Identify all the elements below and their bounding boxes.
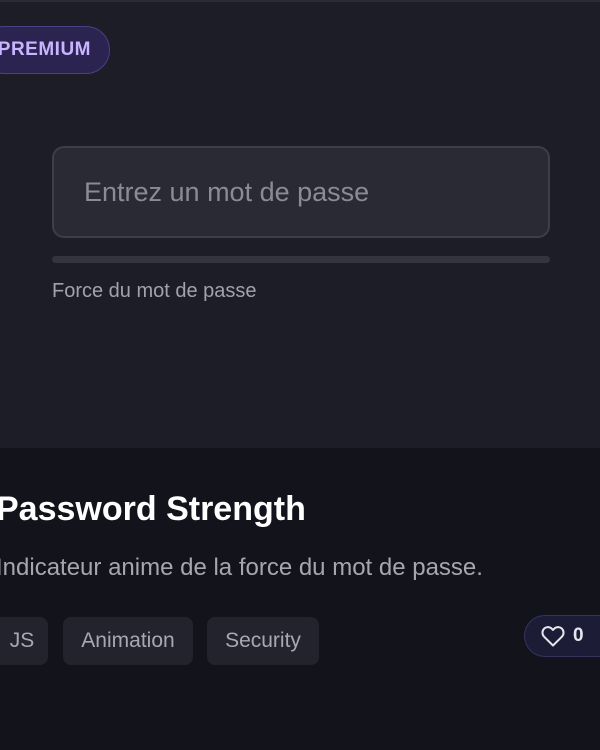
tag-animation[interactable]: Animation	[63, 617, 193, 665]
password-input[interactable]	[52, 146, 550, 238]
tag-security[interactable]: Security	[207, 617, 319, 665]
like-count: 0	[573, 625, 584, 646]
premium-badge-label: PREMIUM	[0, 39, 91, 60]
card-description: Indicateur anime de la force du mot de p…	[0, 554, 483, 581]
strength-label: Force du mot de passe	[52, 280, 257, 302]
component-card[interactable]: PREMIUM Force du mot de passe Password S…	[0, 0, 600, 750]
preview-area: PREMIUM Force du mot de passe	[0, 0, 600, 448]
premium-badge: PREMIUM	[0, 26, 110, 74]
card-title[interactable]: Password Strength	[0, 490, 306, 529]
strength-meter	[52, 256, 550, 263]
heart-icon	[541, 626, 565, 647]
like-button[interactable]: 0	[524, 615, 600, 657]
tag-js[interactable]: JS	[0, 617, 48, 665]
